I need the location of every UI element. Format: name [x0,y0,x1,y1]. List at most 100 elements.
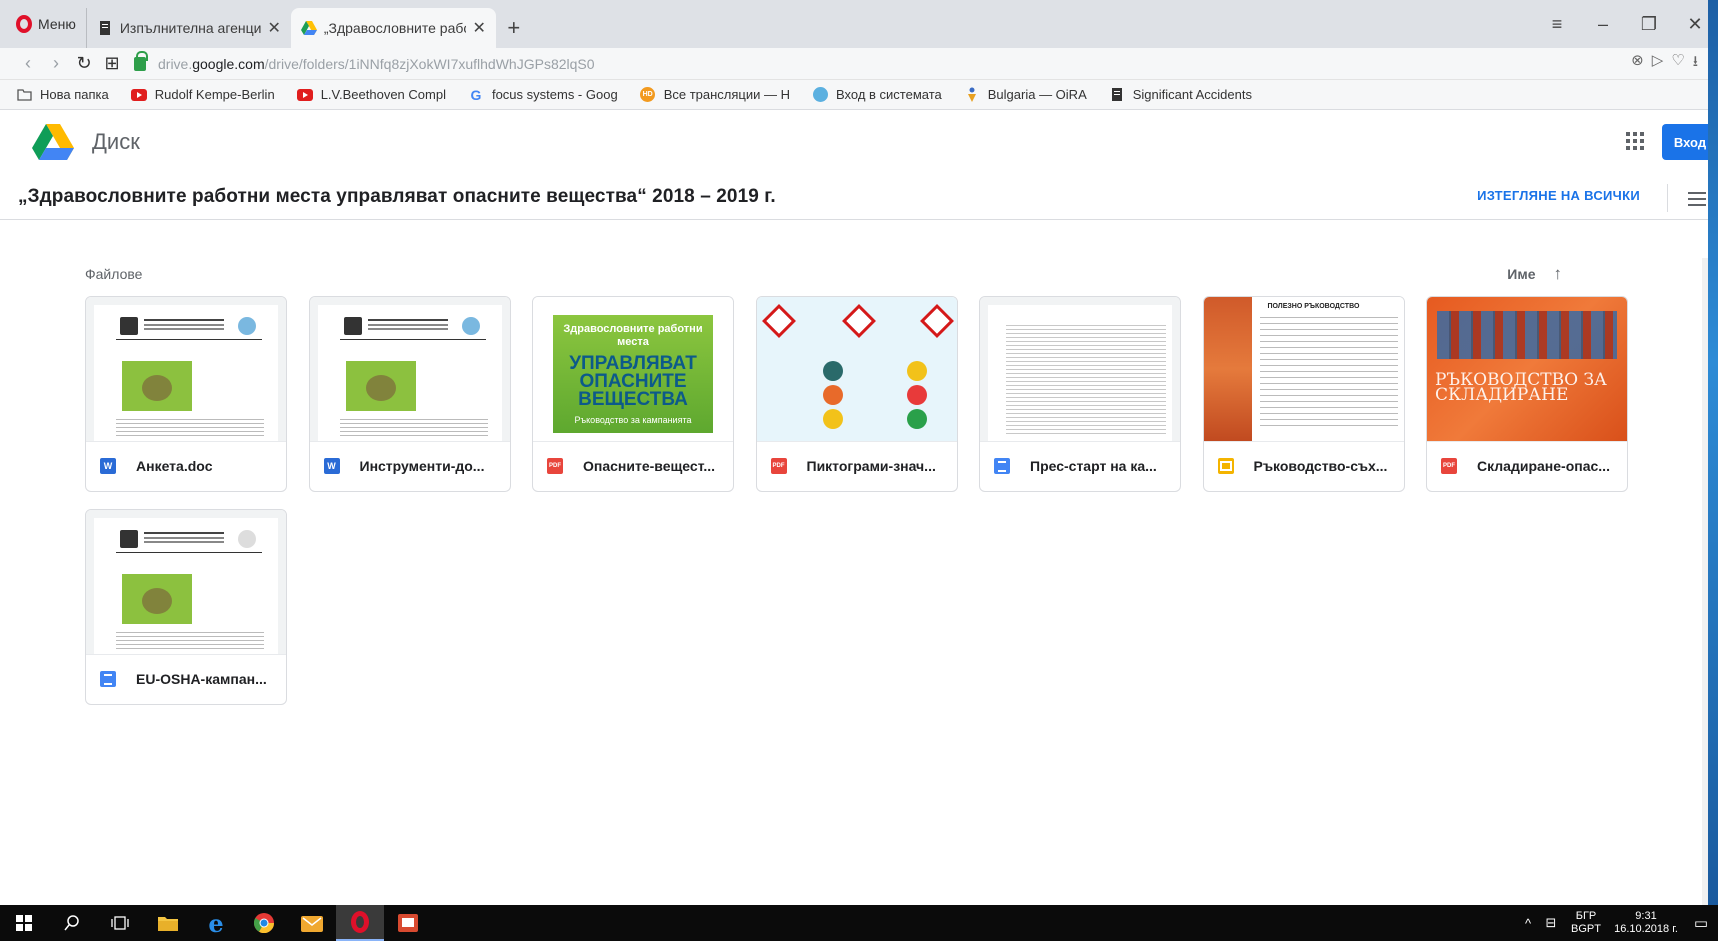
file-card[interactable]: ПОЛЕЗНО РЪКОВОДСТВО Ръководство-съх... [1202,296,1405,492]
opera-icon [351,911,369,933]
youtube-icon [296,87,313,103]
reload-icon[interactable]: ↻ [70,53,98,74]
bookmark-focus-systems[interactable]: G focus systems - Goog [468,87,618,103]
bookmark-oira[interactable]: Bulgaria — OiRA [964,87,1087,103]
google-slides-icon [1217,458,1234,475]
network-icon[interactable]: ⊟ [1538,915,1564,931]
hd-icon: HD [640,87,656,103]
file-name: Опасните-вещест... [583,458,715,475]
heart-icon[interactable]: ♡ [1671,51,1684,76]
bookmark-beethoven[interactable]: L.V.Beethoven Compl [296,87,446,103]
file-card[interactable]: W Анкета.doc [85,296,287,492]
forward-icon[interactable]: › [42,53,70,74]
file-thumbnail [756,297,957,442]
file-name: EU-OSHA-кампан... [136,671,267,688]
file-name: Анкета.doc [136,458,213,475]
address-actions: ⊗ ▷ ♡ ⭳ [1631,51,1698,76]
bookmark-hd[interactable]: HD Все трансляции — H [640,87,790,103]
send-icon[interactable]: ▷ [1652,51,1664,76]
files-header: Файлове Име ↑ [0,258,1666,290]
file-card[interactable]: РЪКОВОДСТВО ЗА СКЛАДИРАНЕ PDF Складиране… [1426,296,1628,492]
bookmark-label: Нова папка [40,87,109,102]
desktop-background [1708,0,1718,905]
file-name: Складиране-опас... [1477,458,1610,475]
tab-menu-icon[interactable]: ≡ [1534,14,1580,35]
bookmark-login[interactable]: Вход в системата [812,87,942,103]
file-card[interactable]: EU-OSHA-кампан... [85,509,287,705]
search-button[interactable] [48,905,96,941]
bookmark-label: Bulgaria — OiRA [987,87,1087,102]
new-tab-button[interactable]: + [496,8,532,48]
youtube-icon [130,87,147,103]
file-name: Прес-старт на ка... [1030,458,1157,475]
bookmark-accidents[interactable]: Significant Accidents [1109,87,1252,103]
chevron-up-icon[interactable]: ^ [1518,916,1538,931]
url-domain: google.com [192,55,265,72]
file-card[interactable]: Здравословните работни места УПРАВЛЯВАТ … [532,296,734,492]
taskbar-chrome[interactable] [240,905,288,941]
file-card[interactable]: W Инструменти-до... [308,296,511,492]
google-doc-icon [994,458,1010,475]
task-view-button[interactable] [96,905,144,941]
opera-logo-icon [16,15,32,33]
word-file-icon: W [100,458,116,475]
browser-window: Меню Изпълнителна агенция „Г ✕ „Здравосл… [0,0,1718,905]
bookmark-label: Вход в системата [836,87,942,102]
close-tab-icon[interactable]: ✕ [267,18,280,38]
download-all-button[interactable]: ИЗТЕГЛЯНЕ НА ВСИЧКИ [1477,188,1640,203]
divider [1667,184,1668,212]
notifications-icon[interactable]: ▭ [1684,914,1718,932]
file-name: Инструменти-до... [359,458,485,475]
mail-app-icon [301,916,323,932]
google-drive-icon [300,21,317,35]
taskbar-mail[interactable] [288,905,336,941]
start-button[interactable] [0,905,48,941]
drive-app-name: Диск [92,129,140,154]
search-icon [64,915,79,931]
bookmark-new-folder[interactable]: Нова папка [16,87,109,103]
speed-dial-icon[interactable]: ⊞ [98,53,126,74]
adblock-icon[interactable]: ⊗ [1631,51,1644,76]
bookmark-label: Все трансляции — H [663,87,790,102]
tab-drive[interactable]: „Здравословните работни ✕ [290,8,496,48]
file-card[interactable]: Прес-старт на ка... [979,296,1181,492]
language-indicator[interactable]: БГР BGPT [1564,910,1608,936]
file-thumbnail: Здравословните работни места УПРАВЛЯВАТ … [533,297,733,442]
url-field[interactable]: drive. google.com /drive/folders/1iNNfq8… [134,50,1631,78]
bookmark-label: L.V.Beethoven Compl [320,87,446,102]
file-name: Пиктограми-знач... [806,458,936,475]
taskbar-explorer[interactable] [144,905,192,941]
back-icon[interactable]: ‹ [14,53,42,74]
file-thumbnail [980,297,1180,442]
taskbar-ie[interactable]: e [192,905,240,941]
tab-agency[interactable]: Изпълнителна агенция „Г ✕ [85,8,291,48]
file-card[interactable]: PDF Пиктограми-знач... [755,296,958,492]
folder-icon [16,87,32,103]
restore-icon[interactable]: ❐ [1626,14,1672,35]
cover-subtitle: Здравословните работни места [563,322,703,348]
clock[interactable]: 9:31 16.10.2018 г. [1608,910,1684,936]
section-label: Файлове [85,266,143,282]
sort-label: Име [1507,266,1536,282]
drive-header: Диск Вход [0,110,1718,174]
folder-title: „Здравословните работни места управляват… [18,185,776,207]
document-icon [99,21,110,35]
clock-date: 16.10.2018 г. [1614,923,1678,935]
download-icon[interactable]: ⭳ [1693,51,1698,76]
bookmarks-bar: Нова папка Rudolf Kempe-Berlin L.V.Beeth… [0,80,1718,110]
taskbar-app[interactable] [384,905,432,941]
sort-by-name[interactable]: Име ↑ [1507,264,1562,284]
clock-time: 9:31 [1635,910,1657,922]
bookmark-label: Significant Accidents [1132,87,1252,102]
language-code: БГР [1575,910,1597,922]
internet-explorer-icon: e [208,908,224,938]
list-view-icon[interactable] [1688,192,1706,206]
pdf-file-icon: PDF [770,458,787,475]
bookmark-kempe[interactable]: Rudolf Kempe-Berlin [130,87,275,103]
apps-grid-icon[interactable] [1626,132,1644,150]
taskbar-opera[interactable] [336,905,384,941]
opera-menu-button[interactable]: Меню [0,0,86,48]
minimize-icon[interactable]: – [1580,14,1626,35]
window-controls: ≡ – ❐ ✕ [1534,0,1718,48]
close-tab-icon[interactable]: ✕ [472,18,485,38]
